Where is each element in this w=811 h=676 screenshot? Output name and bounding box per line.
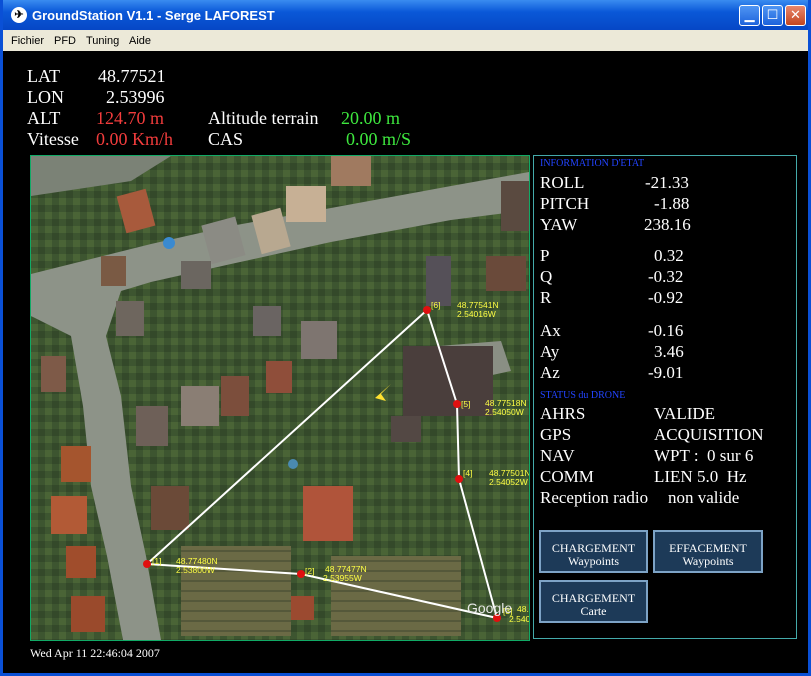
az-value: -9.01 [648, 363, 684, 382]
radio-value: non valide [668, 488, 740, 507]
lon-value: 2.53996 [106, 87, 165, 107]
map-view[interactable]: [1] 48.77480N 2.53800W [2] 48.77477N 2.5… [30, 155, 530, 641]
terrain-label: Altitude terrain [208, 108, 319, 128]
yaw-value: 238.16 [644, 215, 691, 234]
load-map-button[interactable]: CHARGEMENT Carte [539, 580, 648, 623]
yaw-label: YAW [540, 215, 578, 234]
r-value: -0.92 [648, 288, 684, 307]
clear-waypoints-button[interactable]: EFFACEMENT Waypoints [653, 530, 763, 573]
svg-text:48.77468N: 48.77468N [517, 604, 529, 614]
menu-pfd[interactable]: PFD [54, 35, 76, 47]
gps-label: GPS [540, 425, 572, 444]
cas-label: CAS [208, 129, 244, 149]
title-bar[interactable]: ✈ GroundStation V1.1 - Serge LAFOREST ▁ … [3, 0, 808, 30]
minimize-button[interactable]: ▁ [739, 5, 760, 26]
alt-value: 124.70 m [96, 108, 165, 128]
svg-text:[6]: [6] [431, 300, 440, 310]
svg-text:2.54052W: 2.54052W [489, 477, 528, 487]
pool [163, 237, 175, 249]
gps-value: ACQUISITION [654, 425, 764, 444]
roll-label: ROLL [540, 173, 585, 192]
window-title: GroundStation V1.1 - Serge LAFOREST [32, 8, 275, 23]
pitch-value: -1.88 [654, 194, 690, 213]
ax-label: Ax [540, 321, 561, 340]
svg-text:[2]: [2] [305, 566, 314, 576]
load-waypoints-line1: CHARGEMENT [551, 541, 636, 555]
app-icon: ✈ [11, 7, 27, 23]
roll-value: -21.33 [645, 173, 689, 192]
pitch-label: PITCH [540, 194, 590, 213]
menu-aide[interactable]: Aide [129, 35, 151, 47]
nav-value: WPT : 0 sur 6 [654, 446, 754, 465]
load-waypoints-line2: Waypoints [567, 554, 620, 568]
load-waypoints-button[interactable]: CHARGEMENT Waypoints [539, 530, 648, 573]
terrain-value: 20.00 m [341, 108, 401, 128]
menu-fichier[interactable]: Fichier [11, 35, 44, 47]
svg-text:[1]: [1] [152, 556, 161, 566]
load-map-line1: CHARGEMENT [551, 591, 636, 605]
speed-label: Vitesse [27, 129, 79, 149]
radio-label: Reception radio [540, 488, 649, 507]
svg-text:2.53955W: 2.53955W [323, 573, 362, 583]
pool [288, 459, 298, 469]
map-watermark: Google [467, 600, 512, 616]
ay-label: Ay [540, 342, 560, 361]
lat-value: 48.77521 [98, 66, 166, 86]
alt-label: ALT [27, 108, 61, 128]
state-section-title: INFORMATION D'ETAT [540, 158, 645, 169]
svg-text:[4]: [4] [463, 468, 472, 478]
p-value: 0.32 [654, 246, 684, 265]
clear-waypoints-line1: EFFACEMENT [669, 541, 747, 555]
status-datetime: Wed Apr 11 22:46:04 2007 [30, 646, 160, 660]
lon-label: LON [27, 87, 64, 107]
app-window: ✈ GroundStation V1.1 - Serge LAFOREST ▁ … [0, 0, 811, 676]
ahrs-label: AHRS [540, 404, 586, 423]
maximize-button[interactable]: ☐ [762, 5, 783, 26]
ax-value: -0.16 [648, 321, 684, 340]
q-value: -0.32 [648, 267, 684, 286]
info-panel: INFORMATION D'ETAT ROLL -21.33 PITCH -1.… [533, 155, 797, 639]
svg-text:2.53800W: 2.53800W [176, 565, 215, 575]
comm-value: LIEN 5.0 Hz [654, 467, 747, 486]
close-button[interactable]: ✕ [785, 5, 806, 26]
svg-text:2.54050W: 2.54050W [485, 407, 524, 417]
cas-value: 0.00 m/S [346, 129, 412, 149]
ay-value: 3.46 [654, 342, 684, 361]
clear-waypoints-line2: Waypoints [682, 554, 734, 568]
load-map-line2: Carte [580, 604, 607, 618]
lat-label: LAT [27, 66, 60, 86]
az-label: Az [540, 363, 560, 382]
p-label: P [540, 246, 550, 265]
svg-text:2.54016W: 2.54016W [457, 309, 496, 319]
status-section-title: STATUS du DRONE [540, 390, 626, 401]
comm-label: COMM [540, 467, 594, 486]
map-canvas[interactable]: [1] 48.77480N 2.53800W [2] 48.77477N 2.5… [31, 156, 529, 640]
menu-tuning[interactable]: Tuning [86, 35, 119, 47]
speed-value: 0.00 Km/h [96, 129, 174, 149]
q-label: Q [540, 267, 553, 286]
ahrs-value: VALIDE [654, 404, 716, 423]
r-label: R [540, 288, 552, 307]
svg-text:[5]: [5] [461, 399, 470, 409]
menu-bar: Fichier PFD Tuning Aide [3, 30, 808, 51]
nav-label: NAV [540, 446, 575, 465]
